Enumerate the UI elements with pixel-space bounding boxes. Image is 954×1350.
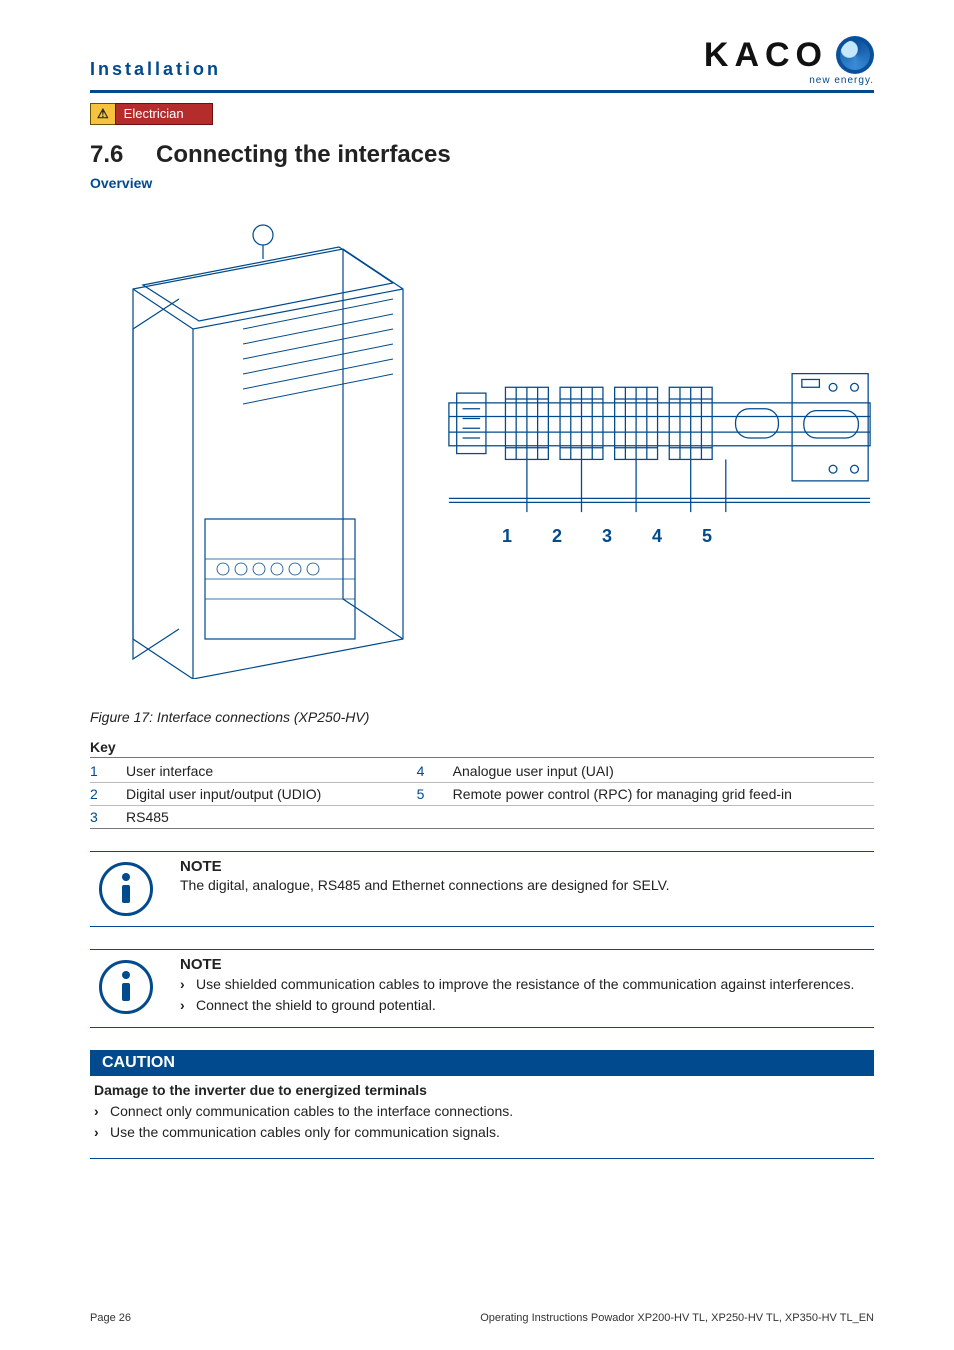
figure-terminal-strip: 1 2 3 4 5 [445, 352, 874, 547]
page-header: Installation KACO new energy. [90, 36, 874, 86]
logo-text: KACO [704, 38, 828, 72]
footer-doc-title: Operating Instructions Powador XP200-HV … [480, 1312, 874, 1324]
caution-bar: CAUTION [90, 1050, 874, 1076]
brand-logo: KACO new energy. [704, 36, 874, 86]
cabinet-svg [93, 219, 423, 679]
callout-1: 1 [497, 526, 517, 547]
footer-page-number: Page 26 [90, 1312, 131, 1324]
info-icon [99, 960, 153, 1014]
figure-cabinet-drawing [90, 209, 425, 689]
table-row: 3 RS485 [90, 806, 874, 829]
callout-4: 4 [647, 526, 667, 547]
caution-bullet-list: Connect only communication cables to the… [94, 1102, 870, 1142]
role-label: Electrician [115, 103, 213, 125]
table-row: 2 Digital user input/output (UDIO) 5 Rem… [90, 783, 874, 806]
terminal-svg [445, 352, 874, 522]
section-heading: 7.6 Connecting the interfaces [90, 141, 874, 169]
key-num: 4 [417, 760, 453, 783]
warning-icon: ⚠ [90, 103, 115, 125]
list-item: Connect only communication cables to the… [94, 1102, 870, 1121]
key-table: 1 User interface 4 Analogue user input (… [90, 760, 874, 829]
header-section-title: Installation [90, 59, 221, 86]
header-rule [90, 90, 874, 93]
logo-subtitle: new energy. [704, 76, 874, 86]
key-text [453, 806, 874, 829]
key-text: User interface [126, 760, 373, 783]
note-text: The digital, analogue, RS485 and Etherne… [180, 877, 874, 893]
table-row: 1 User interface 4 Analogue user input (… [90, 760, 874, 783]
key-num: 3 [90, 806, 126, 829]
callout-2: 2 [547, 526, 567, 547]
note-title: NOTE [180, 956, 874, 973]
overview-label: Overview [90, 175, 874, 191]
page-footer: Page 26 Operating Instructions Powador X… [90, 1312, 874, 1324]
list-item: Connect the shield to ground potential. [180, 996, 874, 1015]
key-top-rule [90, 757, 874, 758]
callout-5: 5 [697, 526, 717, 547]
key-text: RS485 [126, 806, 373, 829]
figure-callout-numbers: 1 2 3 4 5 [497, 526, 874, 547]
key-num: 5 [417, 783, 453, 806]
role-badge: ⚠ Electrician [90, 103, 213, 125]
logo-swirl-icon [836, 36, 874, 74]
section-number: 7.6 [90, 141, 130, 169]
callout-3: 3 [597, 526, 617, 547]
figure-caption: Figure 17: Interface connections (XP250-… [90, 709, 874, 725]
list-item: Use the communication cables only for co… [94, 1123, 870, 1142]
key-text: Remote power control (RPC) for managing … [453, 783, 874, 806]
figure-interface-connections: 1 2 3 4 5 [90, 199, 874, 699]
key-num: 1 [90, 760, 126, 783]
note-bullet-list: Use shielded communication cables to imp… [180, 975, 874, 1015]
section-title: Connecting the interfaces [156, 141, 451, 169]
key-text: Digital user input/output (UDIO) [126, 783, 373, 806]
note-block-1: NOTE The digital, analogue, RS485 and Et… [90, 851, 874, 927]
caution-subheading: Damage to the inverter due to energized … [94, 1082, 870, 1098]
note-title: NOTE [180, 858, 874, 875]
note-block-2: NOTE Use shielded communication cables t… [90, 949, 874, 1028]
key-num: 2 [90, 783, 126, 806]
key-heading: Key [90, 739, 874, 755]
info-icon [99, 862, 153, 916]
caution-block: CAUTION Damage to the inverter due to en… [90, 1050, 874, 1159]
key-text: Analogue user input (UAI) [453, 760, 874, 783]
list-item: Use shielded communication cables to imp… [180, 975, 874, 994]
key-num [417, 806, 453, 829]
